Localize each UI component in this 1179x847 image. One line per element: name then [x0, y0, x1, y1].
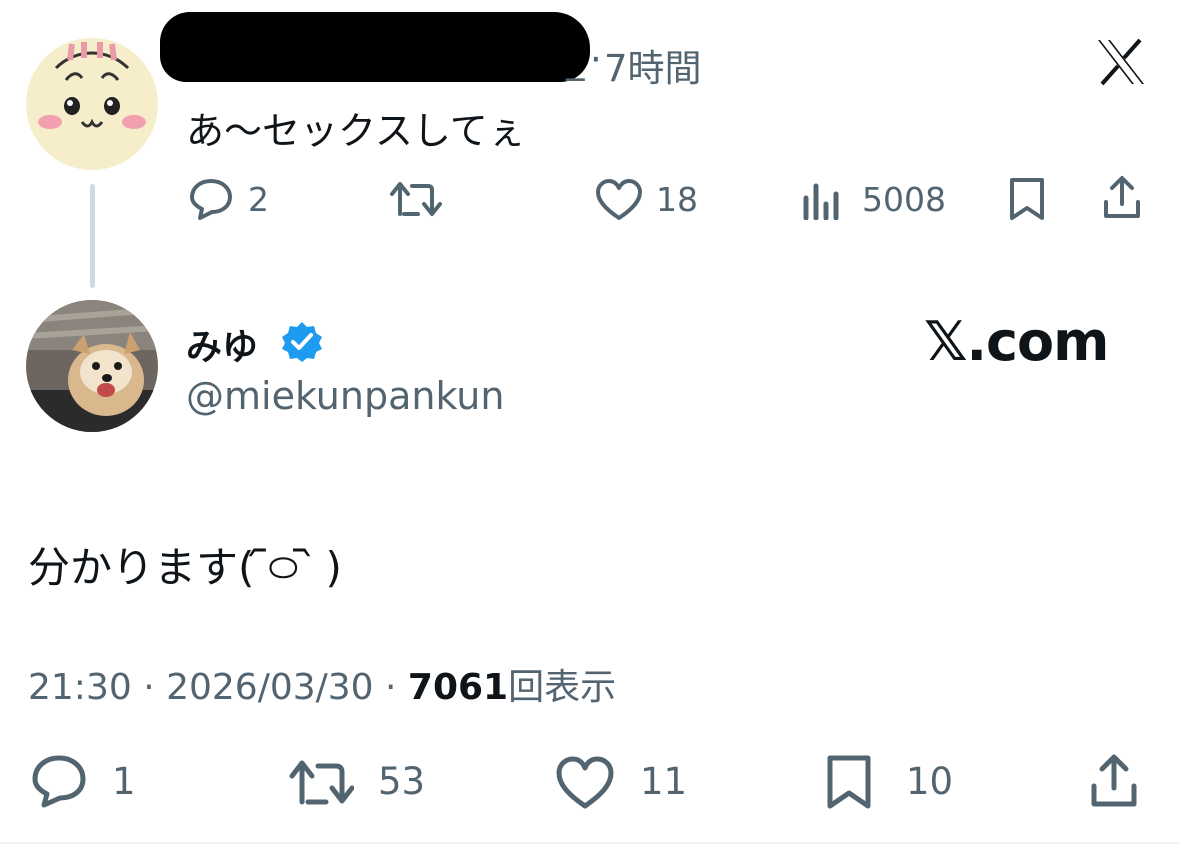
like-icon[interactable]	[554, 756, 616, 810]
main-tweet-text: 分かります( ᷇࿀ ᷆ )	[28, 543, 342, 592]
retweet-icon[interactable]	[288, 756, 354, 808]
main-retweet-count: 53	[378, 760, 426, 803]
chiikawa-face-icon	[26, 38, 158, 170]
x-com-brand: 𝕏.com	[924, 310, 1109, 373]
parent-reply-count: 2	[248, 180, 269, 219]
parent-like-count: 18	[656, 180, 698, 219]
parent-separator: ·	[590, 38, 602, 81]
bookmark-icon[interactable]	[824, 754, 874, 810]
parent-avatar[interactable]	[26, 38, 158, 170]
reply-icon[interactable]	[30, 754, 88, 808]
dog-photo-icon	[26, 300, 158, 432]
views-icon[interactable]	[802, 180, 844, 220]
reply-icon[interactable]	[188, 177, 234, 221]
like-icon[interactable]	[594, 178, 644, 222]
redacted-display-name	[160, 12, 590, 82]
parent-handle-tail: _	[566, 38, 585, 81]
main-display-name[interactable]: みゆ	[186, 318, 258, 370]
main-meta-row: 21:30 · 2026/03/30 · 7061回表示	[28, 658, 616, 710]
main-view-count: 7061	[407, 667, 509, 708]
share-icon[interactable]	[1098, 174, 1146, 222]
main-timestamp[interactable]: 21:30 · 2026/03/30 ·	[28, 667, 408, 708]
retweet-icon[interactable]	[388, 178, 442, 220]
main-view-label: 回表示	[508, 667, 617, 708]
thread-connector-line	[90, 184, 95, 288]
parent-views-count: 5008	[862, 180, 946, 219]
main-like-count: 11	[640, 760, 688, 803]
parent-time[interactable]: 7時間	[604, 38, 702, 92]
parent-tweet-text: あ〜セックスしてぇ	[186, 109, 526, 153]
bookmark-icon[interactable]	[1006, 176, 1048, 222]
main-avatar[interactable]	[26, 300, 158, 432]
main-handle[interactable]: @miekunpankun	[186, 374, 504, 418]
x-logo-icon[interactable]	[1096, 38, 1146, 86]
bottom-divider	[0, 842, 1179, 844]
verified-badge-icon	[280, 320, 324, 364]
main-reply-count: 1	[112, 760, 136, 803]
share-icon[interactable]	[1086, 752, 1142, 810]
main-bookmark-count: 10	[906, 760, 954, 803]
